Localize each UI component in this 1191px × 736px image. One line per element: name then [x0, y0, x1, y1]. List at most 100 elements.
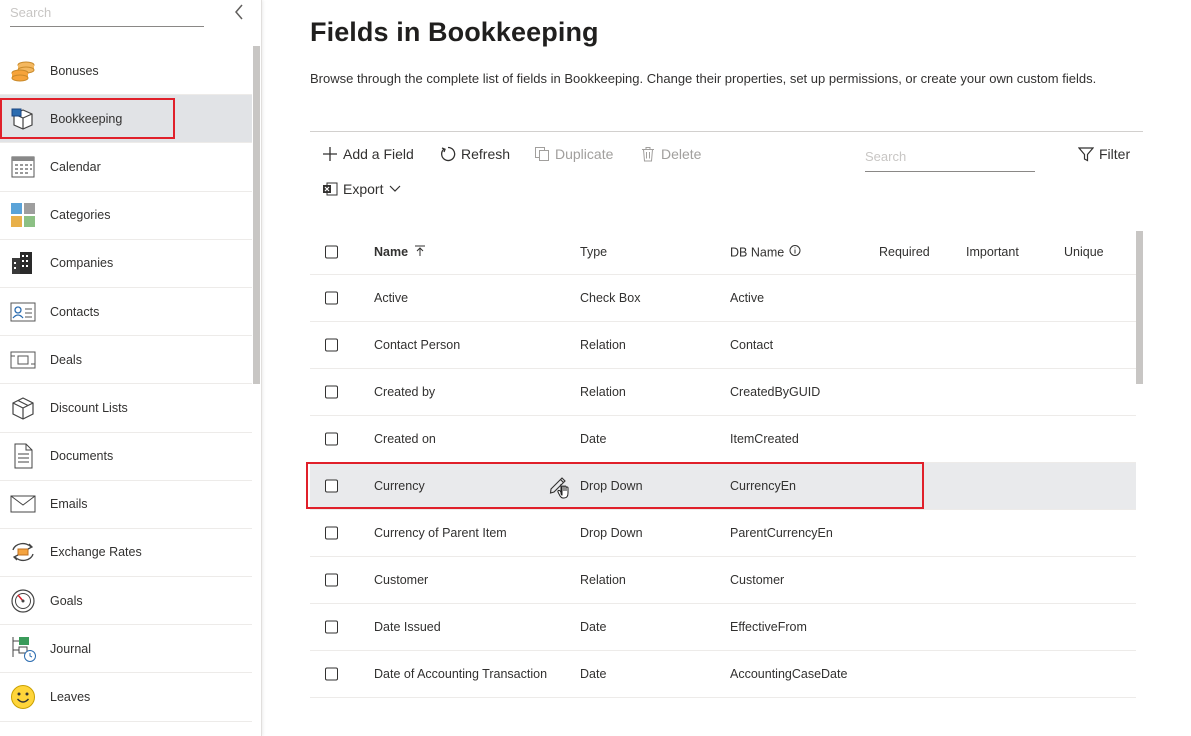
table-header: Name Type DB Name Required Important Uni…	[310, 230, 1136, 275]
add-field-label: Add a Field	[343, 146, 414, 162]
sidebar-item-label: Bookkeeping	[50, 111, 123, 126]
row-checkbox[interactable]	[325, 385, 338, 399]
table-row[interactable]: Contact Person Relation Contact	[310, 322, 1136, 369]
table-row[interactable]: Customer Relation Customer	[310, 557, 1136, 604]
export-label: Export	[343, 181, 384, 197]
row-checkbox[interactable]	[325, 291, 338, 305]
sidebar-item-goals[interactable]: Goals	[0, 577, 252, 626]
sidebar-item-discount-lists[interactable]: Discount Lists	[0, 384, 252, 433]
sidebar-item-label: Documents	[50, 449, 114, 464]
deal-icon	[9, 346, 37, 374]
sidebar-item-label: Leaves	[50, 690, 91, 705]
building-icon	[9, 249, 37, 277]
table-row[interactable]: Created by Relation CreatedByGUID	[310, 369, 1136, 416]
sidebar-item-calendar[interactable]: Calendar	[0, 143, 252, 192]
bookkeeping-box-icon	[9, 105, 37, 133]
collapse-sidebar-button[interactable]	[231, 2, 249, 22]
sidebar-item-documents[interactable]: Documents	[0, 433, 252, 481]
sidebar-item-leaves[interactable]: Leaves	[0, 673, 252, 722]
filter-icon	[1078, 147, 1094, 162]
field-name: Active	[374, 291, 409, 305]
field-db-name: Active	[730, 291, 765, 305]
refresh-label: Refresh	[461, 146, 511, 162]
table-row[interactable]: Currency of Parent Item Drop Down Parent…	[310, 510, 1136, 557]
field-db-name: EffectiveFrom	[730, 620, 807, 634]
field-name: Currency of Parent Item	[374, 526, 507, 540]
sidebar-item-companies[interactable]: Companies	[0, 240, 252, 288]
table-search[interactable]	[865, 144, 1035, 172]
field-db-name: AccountingCaseDate	[730, 667, 848, 681]
table-row[interactable]: Active Check Box Active	[310, 275, 1136, 322]
sidebar-search-input[interactable]	[10, 0, 204, 24]
sidebar-search[interactable]	[10, 0, 204, 27]
field-type: Relation	[580, 573, 626, 587]
info-icon[interactable]	[789, 245, 801, 257]
table-row[interactable]: Date Issued Date EffectiveFrom	[310, 604, 1136, 651]
main-content: Fields in Bookkeeping Browse through the…	[262, 0, 1191, 736]
add-field-button[interactable]: Add a Field	[322, 146, 414, 162]
duplicate-label: Duplicate	[555, 146, 614, 162]
sidebar-item-bookkeeping[interactable]: Bookkeeping	[0, 95, 252, 144]
table-row-hovered[interactable]: Currency Drop Down CurrencyEn	[310, 463, 1136, 510]
table-row[interactable]: Created on Date ItemCreated	[310, 416, 1136, 463]
divider	[310, 131, 1143, 132]
row-checkbox[interactable]	[325, 432, 338, 446]
sidebar-item-emails[interactable]: Emails	[0, 481, 252, 529]
filter-button[interactable]: Filter	[1078, 146, 1130, 162]
table-search-input[interactable]	[865, 144, 1035, 168]
column-header-type[interactable]: Type	[580, 245, 607, 259]
sidebar-item-label: Deals	[50, 352, 82, 367]
journal-icon	[9, 635, 37, 663]
column-header-unique[interactable]: Unique	[1064, 245, 1104, 259]
sidebar-item-label: Companies	[50, 256, 114, 271]
sidebar-item-label: Exchange Rates	[50, 545, 142, 560]
table-row[interactable]: Date of Accounting Transaction Date Acco…	[310, 651, 1136, 698]
sort-ascending-icon	[414, 245, 425, 256]
delete-button[interactable]: Delete	[640, 146, 701, 162]
field-type: Date	[580, 432, 607, 446]
sidebar-item-journal[interactable]: Journal	[0, 625, 252, 674]
contact-card-icon	[9, 298, 37, 326]
field-type: Drop Down	[580, 526, 643, 540]
field-db-name: ParentCurrencyEn	[730, 526, 833, 540]
row-checkbox[interactable]	[325, 573, 338, 587]
sidebar-item-exchange-rates[interactable]: Exchange Rates	[0, 529, 252, 578]
sidebar-item-bonuses[interactable]: Bonuses	[0, 47, 252, 96]
sidebar-list: Bonuses Bookkeeping Calendar Categories …	[0, 47, 252, 722]
sidebar: Bonuses Bookkeeping	[0, 0, 262, 736]
sidebar-item-label: Categories	[50, 208, 111, 223]
exchange-icon	[9, 538, 37, 566]
row-checkbox[interactable]	[325, 479, 338, 493]
page-title: Fields in Bookkeeping	[310, 17, 599, 47]
table-scrollbar[interactable]	[1136, 231, 1143, 384]
excel-icon	[323, 182, 338, 196]
column-header-name[interactable]: Name	[374, 245, 426, 259]
column-header-db-name[interactable]: DB Name	[730, 245, 801, 260]
document-icon	[9, 442, 37, 470]
field-name: Currency	[374, 479, 425, 493]
row-checkbox[interactable]	[325, 338, 338, 352]
export-button[interactable]: Export	[322, 181, 402, 197]
column-header-important[interactable]: Important	[966, 245, 1019, 259]
row-checkbox[interactable]	[325, 667, 338, 681]
row-checkbox[interactable]	[325, 620, 338, 634]
sidebar-item-label: Goals	[50, 593, 83, 608]
edit-pencil-icon[interactable]	[548, 471, 578, 501]
sidebar-scrollbar[interactable]	[253, 46, 260, 384]
row-checkbox[interactable]	[325, 526, 338, 540]
sidebar-item-categories[interactable]: Categories	[0, 192, 252, 240]
duplicate-icon	[535, 147, 549, 161]
field-type: Drop Down	[580, 479, 643, 493]
duplicate-button[interactable]: Duplicate	[534, 146, 613, 162]
field-type: Check Box	[580, 291, 641, 305]
field-name: Created by	[374, 385, 436, 399]
refresh-button[interactable]: Refresh	[440, 146, 510, 162]
sidebar-item-contacts[interactable]: Contacts	[0, 288, 252, 337]
field-db-name: ItemCreated	[730, 432, 799, 446]
field-db-name: Customer	[730, 573, 785, 587]
page-description: Browse through the complete list of fiel…	[310, 71, 1097, 86]
sidebar-item-deals[interactable]: Deals	[0, 336, 252, 385]
select-all-checkbox[interactable]	[325, 245, 338, 259]
column-header-required[interactable]: Required	[879, 245, 930, 259]
gauge-icon	[9, 587, 37, 615]
